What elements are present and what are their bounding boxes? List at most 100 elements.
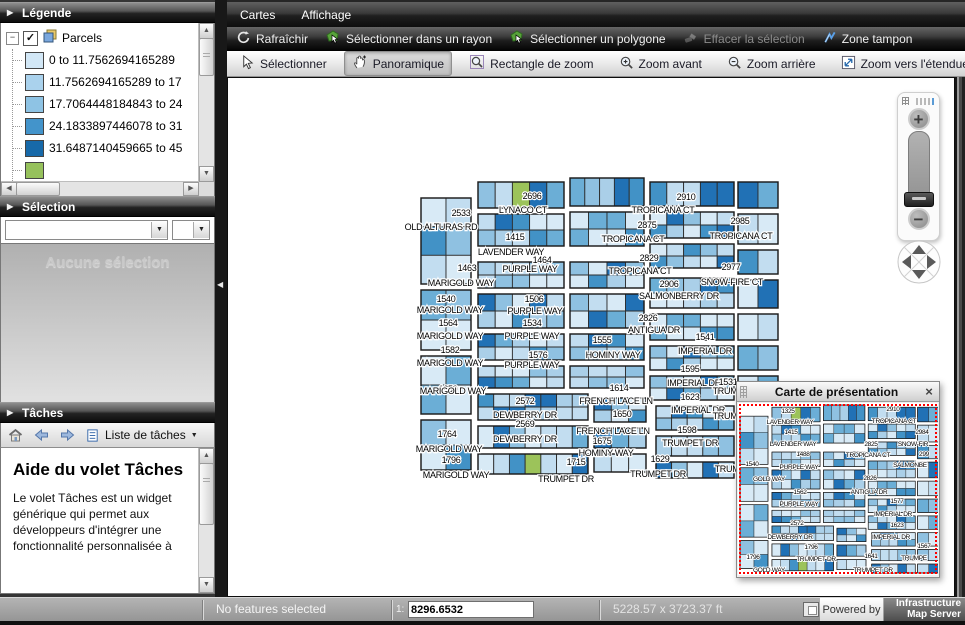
parcel[interactable] bbox=[606, 211, 626, 230]
dropdown-arrow-icon[interactable] bbox=[193, 222, 209, 238]
parcel[interactable] bbox=[588, 376, 608, 389]
parcel[interactable] bbox=[569, 177, 586, 207]
parcel[interactable] bbox=[511, 213, 531, 231]
parcel[interactable] bbox=[655, 417, 673, 431]
parcel[interactable] bbox=[569, 274, 589, 289]
slider-grip-icon[interactable] bbox=[902, 97, 909, 105]
parcel[interactable] bbox=[546, 229, 565, 247]
parcel[interactable] bbox=[477, 406, 495, 421]
parcel[interactable] bbox=[737, 345, 759, 371]
parcel[interactable] bbox=[494, 213, 513, 231]
parcel[interactable] bbox=[757, 181, 779, 209]
parcel[interactable] bbox=[666, 243, 685, 257]
parcel[interactable] bbox=[569, 228, 589, 247]
parcel[interactable] bbox=[699, 243, 718, 257]
parcel[interactable] bbox=[683, 243, 701, 257]
parcel[interactable] bbox=[494, 274, 513, 289]
parcel[interactable] bbox=[569, 376, 589, 389]
parcel[interactable] bbox=[588, 261, 608, 276]
parcel[interactable] bbox=[649, 357, 668, 371]
buffer-button[interactable]: Zone tampon bbox=[822, 30, 912, 48]
slider-zoom-out-button[interactable] bbox=[907, 208, 930, 230]
parcel[interactable] bbox=[699, 313, 718, 328]
scroll-right-button[interactable] bbox=[183, 182, 199, 196]
legend-vertical-scrollbar[interactable] bbox=[198, 23, 214, 182]
view-extent-rectangle[interactable] bbox=[739, 404, 937, 574]
tree-expander-icon[interactable] bbox=[6, 31, 19, 45]
parcel[interactable] bbox=[699, 181, 718, 207]
task-list-button[interactable]: Liste de tâches bbox=[85, 428, 198, 443]
tasks-header[interactable]: Tâches bbox=[0, 402, 215, 423]
parcel[interactable] bbox=[655, 405, 673, 419]
menu-affichage[interactable]: Affichage bbox=[288, 3, 364, 27]
parcel[interactable] bbox=[588, 211, 608, 230]
parcel[interactable] bbox=[649, 375, 668, 389]
parcel[interactable] bbox=[757, 313, 779, 341]
forward-icon[interactable] bbox=[59, 427, 76, 443]
parcel[interactable] bbox=[737, 249, 759, 275]
select-tool-button[interactable]: Sélectionner bbox=[232, 52, 335, 76]
zoom-in-button[interactable]: Zoom avant bbox=[611, 52, 710, 76]
parcel[interactable] bbox=[546, 274, 565, 289]
zoom-rectangle-button[interactable]: Rectangle de zoom bbox=[461, 51, 601, 76]
legend-horizontal-scrollbar[interactable] bbox=[1, 181, 199, 196]
parcel[interactable] bbox=[716, 313, 735, 328]
select-radius-button[interactable]: Sélectionner dans un rayon bbox=[325, 29, 492, 48]
parcel[interactable] bbox=[613, 177, 630, 207]
dropdown-arrow-icon[interactable] bbox=[151, 222, 167, 238]
parcel[interactable] bbox=[625, 274, 645, 289]
scroll-thumb[interactable] bbox=[16, 182, 60, 196]
overview-close-button[interactable] bbox=[921, 384, 937, 399]
scroll-up-button[interactable] bbox=[199, 23, 214, 39]
zoom-out-button[interactable]: Zoom arrière bbox=[719, 52, 824, 76]
parcel[interactable] bbox=[493, 393, 510, 408]
parcel[interactable] bbox=[494, 346, 513, 361]
slider-zoom-in-button[interactable] bbox=[907, 108, 930, 130]
parcel[interactable] bbox=[571, 406, 589, 421]
selection-header[interactable]: Sélection bbox=[0, 196, 215, 217]
parcel[interactable] bbox=[569, 211, 589, 230]
parcel[interactable] bbox=[649, 181, 668, 207]
overview-title-bar[interactable]: Carte de présentation bbox=[737, 382, 939, 402]
map-viewport[interactable]: 2533 OLD ALTURAS RD 2696 LYNACO CT 2910 TROPI… bbox=[227, 77, 955, 597]
parcel[interactable] bbox=[737, 181, 759, 209]
parcel[interactable] bbox=[524, 453, 542, 475]
parcel[interactable] bbox=[546, 376, 565, 389]
parcel[interactable] bbox=[717, 435, 735, 457]
scale-input[interactable] bbox=[408, 601, 534, 618]
zoom-slider-handle[interactable] bbox=[903, 192, 934, 207]
parcel[interactable] bbox=[477, 261, 496, 276]
parcel[interactable] bbox=[529, 274, 548, 289]
parcel[interactable] bbox=[546, 181, 565, 209]
scroll-up-button[interactable] bbox=[199, 448, 214, 464]
zoom-slider-track[interactable] bbox=[903, 131, 934, 207]
menu-cartes[interactable]: Cartes bbox=[227, 3, 288, 27]
selection-layer-dropdown[interactable] bbox=[5, 220, 168, 240]
parcel[interactable] bbox=[588, 293, 608, 312]
parcel[interactable] bbox=[628, 177, 645, 207]
parcel[interactable] bbox=[511, 346, 531, 361]
parcel[interactable] bbox=[584, 177, 601, 207]
overview-map[interactable]: 1325 2910 LAVENDER WAY TROPICANA CT 1415 2984… bbox=[738, 403, 938, 575]
parcel[interactable] bbox=[625, 333, 645, 348]
parcel[interactable] bbox=[716, 326, 735, 341]
parcel[interactable] bbox=[546, 213, 565, 231]
parcel[interactable] bbox=[625, 365, 645, 378]
parcel[interactable] bbox=[649, 345, 668, 359]
window-icon[interactable] bbox=[803, 602, 819, 617]
parcel[interactable] bbox=[593, 409, 612, 423]
parcel[interactable] bbox=[683, 313, 701, 328]
scroll-thumb[interactable] bbox=[199, 38, 214, 76]
clear-selection-button[interactable]: Effacer la sélection bbox=[683, 29, 805, 48]
parcel[interactable] bbox=[546, 346, 565, 361]
parcel[interactable] bbox=[556, 406, 573, 421]
parcel[interactable] bbox=[606, 274, 626, 289]
scroll-thumb[interactable] bbox=[199, 463, 214, 525]
scroll-left-button[interactable] bbox=[1, 182, 17, 196]
parcel[interactable] bbox=[508, 453, 526, 475]
parcel[interactable] bbox=[757, 345, 779, 371]
parcel[interactable] bbox=[599, 177, 615, 207]
parcel[interactable] bbox=[699, 357, 718, 371]
parcel[interactable] bbox=[666, 224, 685, 239]
parcel[interactable] bbox=[529, 376, 548, 389]
